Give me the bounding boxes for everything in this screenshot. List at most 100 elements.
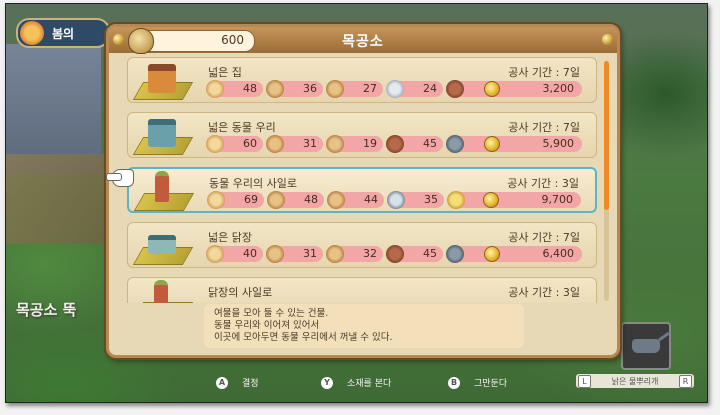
construction-period: 공사 기간 : 3일	[508, 286, 580, 299]
building-barn-icon	[132, 117, 194, 155]
material-quantity: 44	[364, 193, 378, 206]
material-quantity: 48	[243, 82, 257, 95]
coin-icon	[484, 81, 500, 97]
material-quantity: 40	[243, 247, 257, 260]
pbox-material-icon	[266, 245, 284, 263]
description-box: 여물을 모아 둘 수 있는 건물. 동물 우리와 이어져 있어서 이곳에 모아두…	[204, 304, 524, 348]
a-button-icon: A	[216, 376, 228, 389]
construction-period: 공사 기간 : 7일	[508, 121, 580, 134]
hint-view-materials[interactable]: Y 소재를 본다	[321, 376, 391, 389]
material-requirement: 19	[326, 135, 383, 153]
pbox-material-icon	[326, 245, 344, 263]
panel-titlebar: 600 목공소	[109, 27, 617, 54]
building-house-icon	[132, 62, 194, 100]
material-quantity: 35	[424, 193, 438, 206]
cost-value: 3,200	[542, 82, 575, 95]
project-list: 넓은 집공사 기간 : 7일48362724413,200넓은 동물 우리공사 …	[127, 57, 603, 303]
plank-material-icon	[386, 245, 404, 263]
game-screen: 봄의 목공소 뚝 L 낡은 물뿌리개 R 600 목공소 넓은 집 공사 기간 :…	[5, 3, 708, 403]
construction-period: 공사 기간 : 7일	[508, 66, 580, 79]
scrollbar-thumb[interactable]	[604, 61, 609, 210]
pbox-material-icon	[326, 135, 344, 153]
pbox-material-icon	[266, 135, 284, 153]
ore-material-icon	[387, 191, 405, 209]
log-material-icon	[207, 191, 225, 209]
description-line: 여물을 모아 둘 수 있는 건물.	[214, 308, 329, 319]
pbox-material-icon	[267, 191, 285, 209]
gold-material-icon	[447, 191, 465, 209]
construction-period: 공사 기간 : 3일	[507, 177, 579, 190]
project-name: 넓은 집	[208, 66, 242, 79]
description-line: 이곳에 모아두면 동물 우리에서 꺼낼 수 있다.	[214, 332, 393, 343]
watering-can-icon	[632, 339, 660, 353]
material-list: 6031194546	[206, 135, 508, 153]
project-row[interactable]: 넓은 동물 우리공사 기간 : 7일60311945465,900	[127, 112, 597, 158]
pbox-material-icon	[266, 80, 284, 98]
material-quantity: 48	[304, 193, 318, 206]
material-list: 6948443522	[207, 191, 509, 209]
gold-cost: 6,400	[482, 246, 582, 262]
project-row[interactable]: 닭장의 사일로 공사 기간 : 3일	[127, 277, 597, 303]
coin-icon	[484, 246, 500, 262]
pbox-material-icon	[327, 191, 345, 209]
material-quantity: 69	[244, 193, 258, 206]
project-name: 넓은 동물 우리	[208, 121, 276, 134]
cost-value: 6,400	[542, 247, 575, 260]
panel-title: 목공소	[342, 34, 384, 50]
material-requirement: 60	[206, 135, 263, 153]
project-name: 동물 우리의 사일로	[209, 177, 297, 190]
metal-material-icon	[446, 135, 464, 153]
season-label: 봄의	[52, 26, 75, 41]
carpenter-panel: 600 목공소 넓은 집공사 기간 : 7일48362724413,200넓은 …	[106, 24, 620, 358]
cost-value: 9,700	[541, 193, 574, 206]
material-requirement: 31	[266, 135, 323, 153]
hint-label: 소재를 본다	[347, 379, 392, 389]
log-material-icon	[206, 135, 224, 153]
material-quantity: 24	[423, 82, 437, 95]
material-requirement: 27	[326, 80, 383, 98]
material-requirement: 40	[206, 245, 263, 263]
material-list: 4836272441	[206, 80, 508, 98]
hint-confirm[interactable]: A 결정	[216, 376, 259, 389]
project-name: 넓은 닭장	[208, 231, 252, 244]
material-quantity: 45	[423, 247, 437, 260]
material-requirement: 36	[266, 80, 323, 98]
hint-label: 결정	[242, 379, 259, 389]
gold-cost: 9,700	[481, 192, 581, 208]
sun-icon	[20, 21, 44, 45]
building-silo-icon	[133, 171, 195, 211]
metal-material-icon	[446, 245, 464, 263]
season-badge: 봄의	[16, 18, 110, 48]
control-hints: A 결정 Y 소재를 본다 B 그만둔다	[6, 374, 707, 392]
coin-icon	[483, 192, 499, 208]
material-requirement: 32	[326, 245, 383, 263]
y-button-icon: Y	[321, 376, 333, 389]
b-button-icon: B	[448, 376, 460, 389]
project-row[interactable]: 동물 우리의 사일로공사 기간 : 3일69484435229,700	[127, 167, 597, 213]
material-requirement: 45	[386, 245, 443, 263]
gold-cost: 5,900	[482, 136, 582, 152]
stone-material-icon	[386, 80, 404, 98]
project-row[interactable]: 넓은 닭장공사 기간 : 7일40313245416,400	[127, 222, 597, 268]
log-material-icon	[206, 80, 224, 98]
equipped-tool-slot[interactable]	[621, 322, 671, 370]
project-row[interactable]: 넓은 집공사 기간 : 7일48362724413,200	[127, 57, 597, 103]
construction-period: 공사 기간 : 7일	[508, 231, 580, 244]
coin-icon	[484, 136, 500, 152]
plank-material-icon	[446, 80, 464, 98]
log-material-icon	[206, 245, 224, 263]
scrollbar[interactable]	[604, 61, 609, 301]
pbox-material-icon	[326, 80, 344, 98]
material-requirement: 69	[207, 191, 264, 209]
material-quantity: 31	[303, 247, 317, 260]
material-quantity: 32	[363, 247, 377, 260]
material-requirement: 48	[267, 191, 324, 209]
pointer-hand-icon	[106, 166, 136, 188]
hint-label: 그만둔다	[474, 379, 508, 389]
material-requirement: 44	[327, 191, 384, 209]
material-quantity: 27	[363, 82, 377, 95]
description-line: 동물 우리와 이어져 있어서	[214, 320, 320, 331]
building-coop-icon	[132, 227, 194, 265]
hint-cancel[interactable]: B 그만둔다	[448, 376, 507, 389]
material-quantity: 45	[423, 137, 437, 150]
